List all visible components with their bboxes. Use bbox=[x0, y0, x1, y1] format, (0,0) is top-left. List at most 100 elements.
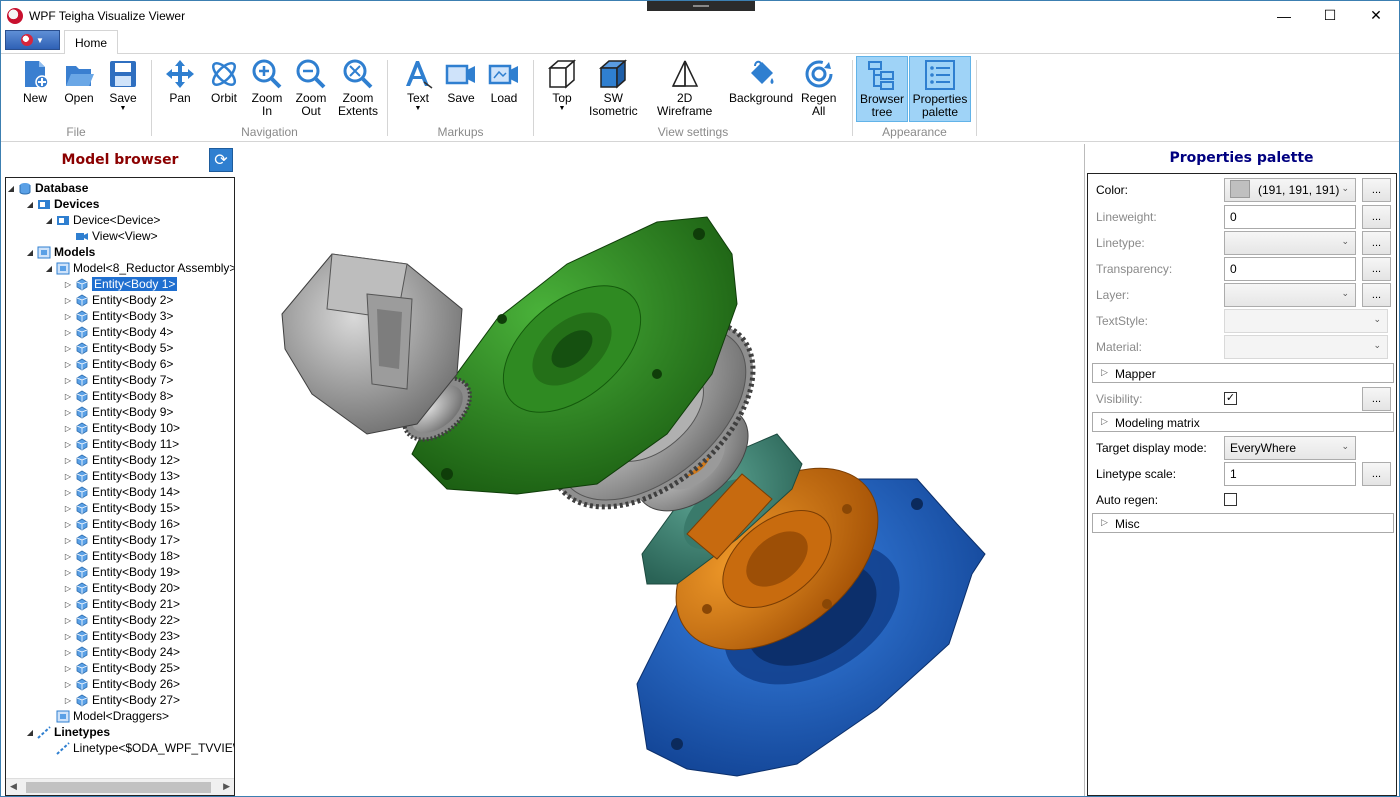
material-dropdown[interactable]: ⌄ bbox=[1224, 335, 1388, 359]
tree-expander-icon[interactable]: ▷ bbox=[63, 408, 73, 417]
tree-item[interactable]: ◢ Models bbox=[25, 244, 95, 260]
scroll-left-icon[interactable]: ◀ bbox=[10, 781, 17, 792]
modeling-matrix-expander[interactable]: ▷ Modeling matrix bbox=[1092, 412, 1394, 432]
tree-expander-icon[interactable]: ▷ bbox=[63, 568, 73, 577]
markup-save-button[interactable]: Save bbox=[445, 58, 477, 105]
tree-expander-icon[interactable]: ▷ bbox=[63, 584, 73, 593]
tree-item[interactable]: ▷ Entity<Body 1> bbox=[63, 276, 179, 292]
mapper-expander[interactable]: ▷ Mapper bbox=[1092, 363, 1394, 383]
tree-item[interactable]: ▷ Entity<Body 11> bbox=[63, 436, 179, 452]
tree-item[interactable]: ▷ Entity<Body 16> bbox=[63, 516, 180, 532]
zoom-extents-button[interactable]: Zoom Extents bbox=[338, 58, 378, 118]
tree-expander-icon[interactable]: ▷ bbox=[63, 360, 73, 369]
tree-expander-icon[interactable]: ▷ bbox=[63, 648, 73, 657]
tree-item[interactable]: ◢ Devices bbox=[25, 196, 99, 212]
tree-expander-icon[interactable]: ▷ bbox=[63, 680, 73, 689]
tree-item[interactable]: ▷ Entity<Body 15> bbox=[63, 500, 180, 516]
linetype-scale-browse-button[interactable]: ... bbox=[1362, 462, 1391, 486]
markup-text-button[interactable]: Text ▼ bbox=[402, 58, 434, 113]
linetype-scale-input[interactable]: 1 bbox=[1224, 462, 1356, 486]
tree-item[interactable]: ▷ Entity<Body 18> bbox=[63, 548, 180, 564]
tree-expander-icon[interactable]: ▷ bbox=[63, 392, 73, 401]
minimize-button[interactable]: — bbox=[1261, 1, 1307, 30]
lineweight-input[interactable]: 0 bbox=[1224, 205, 1356, 229]
application-menu-button[interactable]: ▼ bbox=[5, 30, 60, 50]
tree-item[interactable]: ▷ Entity<Body 6> bbox=[63, 356, 173, 372]
tree-expander-icon[interactable]: ▷ bbox=[63, 616, 73, 625]
tree-expander-icon[interactable]: ▷ bbox=[63, 344, 73, 353]
model-tree[interactable]: ◀ ▶ ◢ Database ◢ Devices ◢ Device<Device> View… bbox=[5, 177, 235, 796]
close-button[interactable]: ✕ bbox=[1353, 1, 1399, 30]
tree-expander-icon[interactable]: ▷ bbox=[63, 456, 73, 465]
horizontal-scrollbar[interactable]: ◀ ▶ bbox=[6, 778, 234, 795]
tree-item[interactable]: ▷ Entity<Body 4> bbox=[63, 324, 173, 340]
tree-expander-icon[interactable]: ◢ bbox=[6, 184, 16, 193]
zoom-out-button[interactable]: Zoom Out bbox=[295, 58, 327, 118]
tree-item[interactable]: ▷ Entity<Body 27> bbox=[63, 692, 180, 708]
tree-expander-icon[interactable]: ▷ bbox=[63, 328, 73, 337]
tree-expander-icon[interactable]: ▷ bbox=[63, 504, 73, 513]
markup-load-button[interactable]: Load bbox=[488, 58, 520, 105]
tree-item[interactable]: Linetype<$ODA_WPF_TVVIEWER> bbox=[44, 740, 234, 756]
tree-item[interactable]: ▷ Entity<Body 12> bbox=[63, 452, 180, 468]
background-button[interactable]: Background bbox=[729, 58, 793, 105]
tree-expander-icon[interactable]: ▷ bbox=[63, 536, 73, 545]
tree-item[interactable]: ▷ Entity<Body 17> bbox=[63, 532, 180, 548]
new-button[interactable]: New bbox=[19, 58, 51, 105]
reductor-assembly-model[interactable] bbox=[237, 144, 1083, 796]
tree-item[interactable]: ▷ Entity<Body 7> bbox=[63, 372, 173, 388]
linetype-browse-button[interactable]: ... bbox=[1362, 231, 1391, 255]
tree-item[interactable]: ▷ Entity<Body 3> bbox=[63, 308, 173, 324]
tree-expander-icon[interactable]: ◢ bbox=[25, 200, 35, 209]
sw-isometric-button[interactable]: SW Isometric bbox=[589, 58, 638, 118]
scroll-right-icon[interactable]: ▶ bbox=[223, 781, 230, 792]
tree-expander-icon[interactable]: ◢ bbox=[25, 248, 35, 257]
tree-item[interactable]: ▷ Entity<Body 25> bbox=[63, 660, 180, 676]
layer-dropdown[interactable]: ⌄ bbox=[1224, 283, 1356, 307]
tree-expander-icon[interactable]: ◢ bbox=[44, 216, 54, 225]
tree-item[interactable]: ▷ Entity<Body 10> bbox=[63, 420, 180, 436]
properties-palette-toggle[interactable]: Properties palette bbox=[909, 56, 971, 122]
open-button[interactable]: Open bbox=[63, 58, 95, 105]
transparency-input[interactable]: 0 bbox=[1224, 257, 1356, 281]
tree-item[interactable]: ▷ Entity<Body 24> bbox=[63, 644, 180, 660]
tree-expander-icon[interactable]: ▷ bbox=[63, 664, 73, 673]
title-drag-tab[interactable] bbox=[647, 1, 755, 11]
visibility-browse-button[interactable]: ... bbox=[1362, 387, 1391, 411]
tree-item[interactable]: ◢ Model<8_Reductor Assembly> bbox=[44, 260, 234, 276]
refresh-button[interactable]: ⟳ bbox=[209, 148, 233, 172]
tree-expander-icon[interactable]: ▷ bbox=[63, 424, 73, 433]
textstyle-dropdown[interactable]: ⌄ bbox=[1224, 309, 1388, 333]
tree-expander-icon[interactable]: ▷ bbox=[63, 440, 73, 449]
auto-regen-checkbox[interactable] bbox=[1224, 493, 1237, 506]
tree-expander-icon[interactable]: ▷ bbox=[63, 552, 73, 561]
visibility-checkbox[interactable]: ✓ bbox=[1224, 392, 1237, 405]
tree-expander-icon[interactable]: ▷ bbox=[63, 632, 73, 641]
tree-item[interactable]: ◢ Linetypes bbox=[25, 724, 110, 740]
tree-item[interactable]: ▷ Entity<Body 5> bbox=[63, 340, 173, 356]
tree-item[interactable]: Model<Draggers> bbox=[44, 708, 169, 724]
tree-item[interactable]: ▷ Entity<Body 21> bbox=[63, 596, 180, 612]
layer-browse-button[interactable]: ... bbox=[1362, 283, 1391, 307]
tree-item[interactable]: ▷ Entity<Body 20> bbox=[63, 580, 180, 596]
tree-expander-icon[interactable]: ▷ bbox=[63, 280, 73, 289]
color-dropdown[interactable]: (191, 191, 191) ⌄ bbox=[1224, 178, 1356, 202]
3d-viewport[interactable] bbox=[237, 144, 1083, 796]
tree-expander-icon[interactable]: ▷ bbox=[63, 600, 73, 609]
regen-all-button[interactable]: Regen All bbox=[801, 58, 836, 118]
tree-expander-icon[interactable]: ▷ bbox=[63, 472, 73, 481]
misc-expander[interactable]: ▷ Misc bbox=[1092, 513, 1394, 533]
tree-item[interactable]: ◢ Database bbox=[6, 180, 88, 196]
tree-item[interactable]: ▷ Entity<Body 9> bbox=[63, 404, 173, 420]
tree-expander-icon[interactable]: ▷ bbox=[63, 312, 73, 321]
maximize-button[interactable]: ☐ bbox=[1307, 1, 1353, 30]
pan-button[interactable]: Pan bbox=[164, 58, 196, 105]
tree-item[interactable]: ◢ Device<Device> bbox=[44, 212, 160, 228]
tree-item[interactable]: ▷ Entity<Body 2> bbox=[63, 292, 173, 308]
tree-expander-icon[interactable]: ▷ bbox=[63, 520, 73, 529]
browser-tree-toggle[interactable]: Browser tree bbox=[856, 56, 908, 122]
tree-item[interactable]: View<View> bbox=[63, 228, 158, 244]
scrollbar-thumb[interactable] bbox=[26, 782, 211, 793]
tree-expander-icon[interactable]: ▷ bbox=[63, 488, 73, 497]
tree-item[interactable]: ▷ Entity<Body 23> bbox=[63, 628, 180, 644]
